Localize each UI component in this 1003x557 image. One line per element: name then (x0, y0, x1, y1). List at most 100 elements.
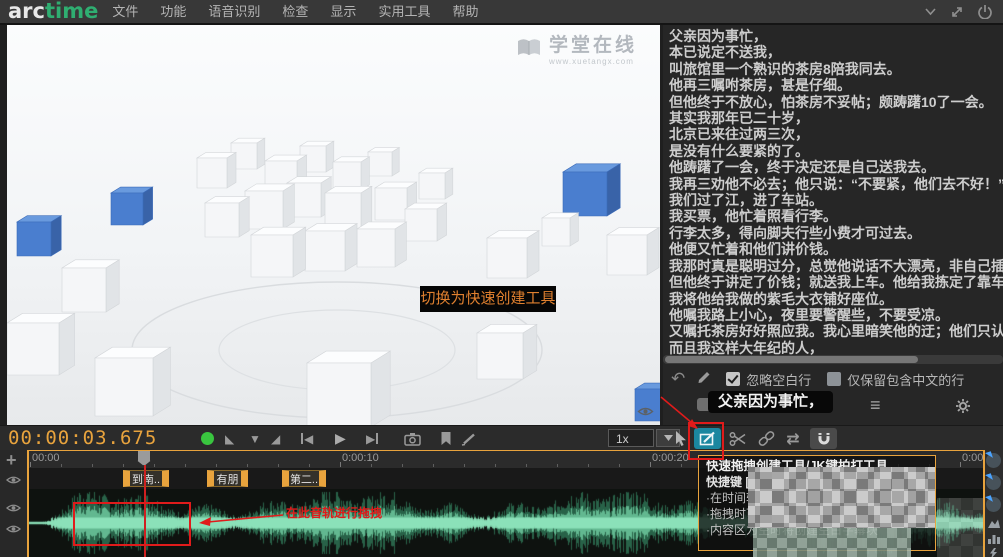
play-icon[interactable]: ▶ (335, 426, 346, 451)
subtitle-block[interactable]: 有朋 (207, 470, 248, 487)
book-icon (515, 35, 543, 66)
audio-track-eye-icon[interactable] (6, 500, 21, 518)
subtitle-text-line[interactable]: 父亲因为事忙， (669, 28, 1003, 44)
subtitle-text-line[interactable]: 我将他给我做的紫毛大衣铺好座位。 (669, 291, 1003, 307)
ruler-tick (681, 464, 682, 467)
swap-icon[interactable]: ⇄ (782, 428, 804, 449)
subtitle-text-line[interactable]: 叫旅馆里一个熟识的茶房8陪我同去。 (669, 61, 1003, 77)
ruler-tick (588, 464, 589, 467)
quick-create-tool[interactable] (694, 428, 721, 449)
scissors-icon[interactable] (728, 428, 748, 449)
magnet-icon[interactable] (810, 428, 837, 449)
move-down-icon[interactable]: ▼ (249, 426, 261, 451)
gear-icon[interactable] (955, 398, 971, 419)
ruler-tick (154, 464, 155, 467)
subtitle-track-eye-icon[interactable] (6, 472, 21, 490)
arctime-logo: arctime (8, 1, 98, 22)
subtitle-text-line[interactable]: 本已说定不送我， (669, 44, 1003, 60)
level-knob[interactable] (986, 453, 1001, 468)
ruler-tick (92, 464, 93, 467)
subtitle-block[interactable]: 第二.. (282, 470, 326, 487)
link-icon[interactable] (755, 428, 777, 449)
list-icon[interactable]: ≡ (870, 395, 881, 416)
logo-arc: arc (8, 0, 45, 23)
marker-pen-icon[interactable] (461, 426, 477, 451)
menu-item-3[interactable]: 语音识别 (197, 0, 271, 23)
transport-bar: 00:00:03.675 ◣ ▼ ◢ ◀ ▶ ▶ 1x ⇄ (0, 425, 1003, 451)
ruler-tick (309, 464, 310, 467)
align-end-icon[interactable]: ◢ (271, 426, 280, 451)
subtitle-text-line[interactable]: 但他终于不放心，怕茶房不妥帖；颇踌躇10了一会。 (669, 94, 1003, 110)
timeline-top-border (28, 450, 985, 451)
chevron-down-icon[interactable] (924, 6, 937, 17)
menu-item-4[interactable]: 检查 (271, 0, 319, 23)
subtitle-block-label: 第二.. (290, 471, 318, 487)
timeline-right-panel (985, 450, 1003, 557)
lightning-icon[interactable] (987, 546, 999, 557)
subtitle-text-line[interactable]: 我那时真是聪明过分，总觉他说话不大漂亮，非自己插嘴不 (669, 258, 1003, 274)
track-header: + (0, 450, 29, 557)
level-knob[interactable] (986, 475, 1001, 490)
subtitle-text-line[interactable]: 是没有什么要紧的了。 (669, 143, 1003, 159)
arctime-window: arctime 文件功能语音识别检查显示实用工具帮助 学堂在线 www.xuet… (0, 0, 1003, 557)
align-start-icon[interactable]: ◣ (225, 426, 234, 451)
video-eye-icon[interactable] (637, 404, 654, 422)
speed-select[interactable]: 1x (608, 429, 654, 447)
text-toolbar: ↶ 忽略空白行 仅保留包含中文的行 (663, 366, 1003, 392)
subtitle-text-line[interactable]: 又嘱托茶房好好照应我。我心里暗笑他的迂；他们只认得钱 (669, 323, 1003, 339)
subtitle-text-line[interactable]: 我们过了江，进了车站。 (669, 192, 1003, 208)
subtitle-text-line[interactable]: 他踌躇了一会，终于决定还是自己送我去。 (669, 159, 1003, 175)
ruler-tick (557, 464, 558, 467)
keep-chinese-label: 仅保留包含中文的行 (847, 370, 964, 389)
menu-item-2[interactable]: 功能 (149, 0, 197, 23)
subtitle-text-line[interactable]: 但他终于讲定了价钱；就送我上车。他给我拣定了靠车门的 (669, 274, 1003, 290)
bookmark-icon[interactable] (440, 426, 452, 451)
watermark: 学堂在线 www.xuetangx.com (515, 35, 637, 66)
timeline: + 00:000:00:100:00:200:00:30 到南..有朋第二.. … (0, 450, 1003, 557)
timecode-display: 00:00:03.675 (8, 427, 157, 451)
power-icon[interactable] (977, 4, 993, 19)
ruler-tick (185, 464, 186, 467)
audio-track2-eye-icon[interactable] (6, 521, 21, 539)
menu-item-6[interactable]: 实用工具 (367, 0, 441, 23)
subtitle-text-line[interactable]: 而且我这样大年纪的人， (669, 340, 1003, 356)
snapshot-icon[interactable] (404, 426, 421, 451)
subtitle-block[interactable]: 到南.. (123, 470, 169, 487)
ruler-tick (495, 464, 496, 467)
subtitle-text-line[interactable]: 北京已来往过两三次， (669, 126, 1003, 142)
subtitle-text-line[interactable]: 他再三嘱咐茶房，甚是仔细。 (669, 77, 1003, 93)
subtitle-text-list: 父亲因为事忙，本已说定不送我，叫旅馆里一个熟识的茶房8陪我同去。他再三嘱咐茶房，… (669, 28, 1003, 379)
switch-tool-tooltip: 切换为快速创建工具 (420, 286, 556, 312)
ruler-tick (960, 462, 961, 467)
ruler-label: 0:00:20 (652, 452, 689, 464)
select-cursor-tool[interactable] (672, 428, 690, 449)
add-track-button[interactable]: + (6, 450, 17, 471)
ruler-tick (278, 464, 279, 467)
level-knob[interactable] (986, 497, 1001, 512)
ignore-blank-checkbox[interactable] (726, 372, 740, 386)
subtitle-text-line[interactable]: 其实我那年已二十岁， (669, 110, 1003, 126)
ruler-tick (216, 464, 217, 467)
subtitle-text-line[interactable]: 行李太多，得向脚夫行些小费才可过去。 (669, 225, 1003, 241)
menu-item-7[interactable]: 帮助 (441, 0, 489, 23)
drag-annotation-text: 在此音轨进行拖拽 (286, 504, 382, 521)
ruler-tick (402, 464, 403, 467)
subtitle-text-line[interactable]: 他便又忙着和他们讲价钱。 (669, 241, 1003, 257)
keep-chinese-checkbox[interactable] (827, 372, 841, 386)
ruler-tick (433, 464, 434, 467)
menu-item-5[interactable]: 显示 (319, 0, 367, 23)
horizontal-scrollbar[interactable] (663, 355, 1003, 364)
menu-item-1[interactable]: 文件 (101, 0, 149, 23)
video-3d-scene (7, 25, 660, 425)
subtitle-text-line[interactable]: 他嘱我路上小心，夜里要警醒些，不要受凉。 (669, 307, 1003, 323)
prev-frame-icon[interactable]: ◀ (301, 426, 313, 451)
edit-pencil-icon[interactable] (696, 369, 712, 390)
subtitle-text-panel: 父亲因为事忙，本已说定不送我，叫旅馆里一个熟识的茶房8陪我同去。他再三嘱咐茶房，… (663, 25, 1003, 425)
subtitle-text-line[interactable]: 我买票，他忙着照看行李。 (669, 208, 1003, 224)
undo-icon[interactable]: ↶ (671, 369, 685, 389)
subtitle-text-line[interactable]: 我再三劝他不必去；他只说：“不要紧，他们去不好！” (669, 176, 1003, 192)
scrollbar-thumb[interactable] (665, 356, 918, 363)
next-frame-icon[interactable]: ▶ (366, 426, 378, 451)
fullscreen-icon[interactable] (950, 5, 964, 19)
watermark-url: www.xuetangx.com (549, 57, 637, 66)
